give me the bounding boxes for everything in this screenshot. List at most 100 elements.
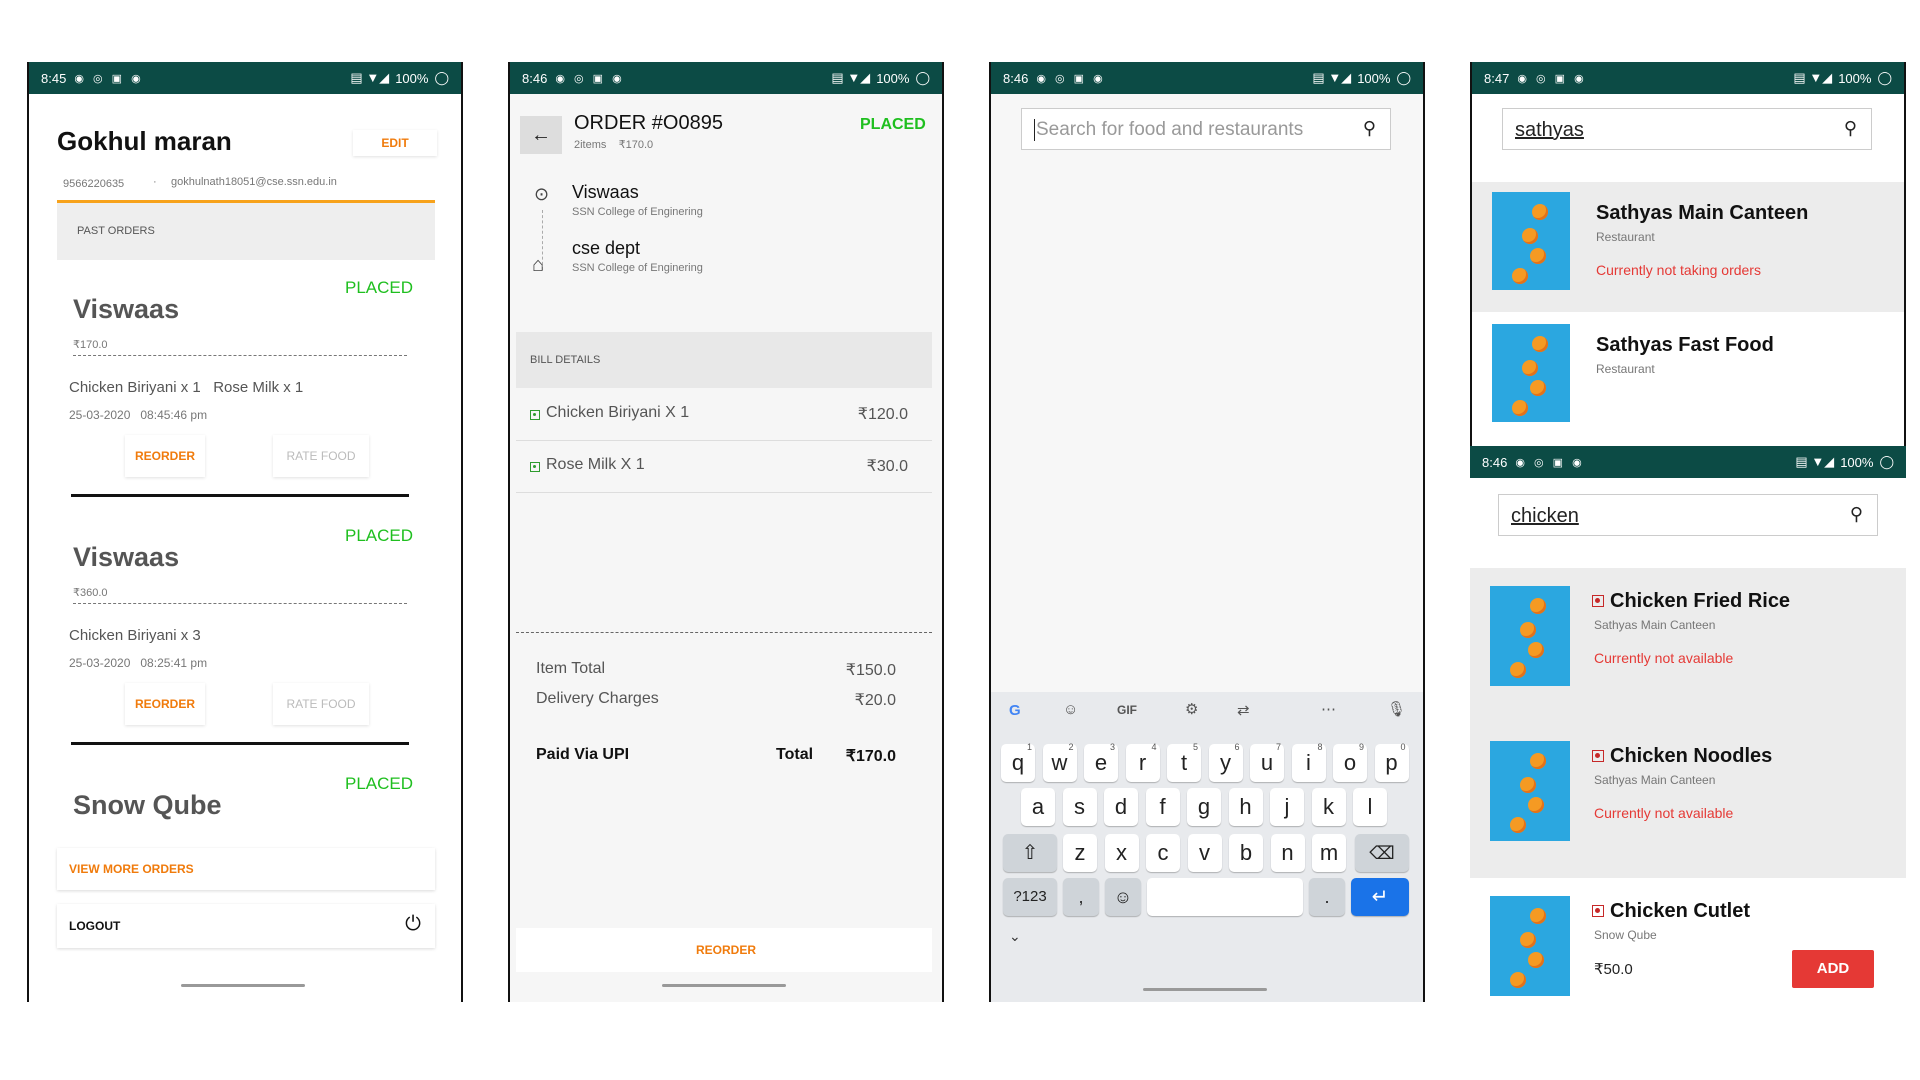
key-g[interactable]: g: [1187, 788, 1221, 826]
add-to-cart-button[interactable]: ADD: [1792, 950, 1874, 988]
key-t[interactable]: t5: [1167, 742, 1201, 782]
food-result[interactable]: Chicken Cutlet Snow Qube ₹50.0 ADD: [1470, 896, 1906, 1002]
bill-details-label: BILL DETAILS: [530, 354, 601, 366]
view-more-orders-button[interactable]: VIEW MORE ORDERS: [57, 848, 435, 890]
search-icon: ⚲: [1849, 504, 1863, 524]
enter-key[interactable]: ↵: [1351, 878, 1409, 916]
reorder-button[interactable]: REORDER: [125, 435, 205, 477]
battery-level: 100%: [1357, 70, 1391, 86]
key-z[interactable]: z: [1063, 834, 1097, 872]
symbols-key[interactable]: ?123: [1003, 878, 1057, 916]
food-result[interactable]: Chicken Fried Rice Sathyas Main Canteen …: [1470, 586, 1906, 716]
microphone-icon[interactable]: 🎙: [1387, 700, 1406, 718]
food-result[interactable]: Chicken Noodles Sathyas Main Canteen Cur…: [1470, 741, 1906, 871]
restaurant-result[interactable]: Sathyas Main Canteen Restaurant Currentl…: [1472, 182, 1904, 312]
restaurant-name: Sathyas Main Canteen: [1596, 202, 1809, 224]
back-button[interactable]: ←: [520, 116, 562, 154]
text-cursor: [1034, 119, 1035, 141]
clock: 8:46: [522, 70, 548, 86]
restaurant-name: Sathyas Fast Food: [1596, 334, 1774, 356]
space-key[interactable]: [1147, 878, 1303, 916]
status-bar: 8:46 ◉ ◎ ▣ ◉ ▤ ▼◢ 100% ◯: [510, 62, 942, 94]
key-a[interactable]: a: [1021, 788, 1055, 826]
settings-icon[interactable]: ⚙: [1185, 700, 1198, 718]
total-value: ₹170.0: [845, 748, 896, 765]
nav-gesture-bar: [1143, 988, 1267, 991]
key-c[interactable]: c: [1146, 834, 1180, 872]
google-icon[interactable]: G: [1009, 702, 1021, 719]
key-o[interactable]: o9: [1333, 742, 1367, 782]
nav-gesture-bar: [181, 984, 305, 987]
signal-icon: ▤ ▼◢: [1793, 70, 1833, 85]
nav-gesture-bar: [662, 984, 786, 987]
backspace-key[interactable]: ⌫: [1355, 834, 1409, 872]
edit-profile-button[interactable]: EDIT: [353, 130, 437, 156]
restaurant-image: [1492, 192, 1570, 290]
order-status: PLACED: [345, 774, 414, 793]
rate-food-button[interactable]: RATE FOOD: [273, 435, 369, 477]
key-i[interactable]: i8: [1291, 742, 1326, 782]
profile-screen: 8:45 ◉ ◎ ▣ ◉ ▤ ▼◢ 100% ◯ Gokhul maran EDIT…: [27, 62, 463, 1002]
key-q[interactable]: q1: [1001, 742, 1035, 782]
key-b[interactable]: b: [1229, 834, 1263, 872]
order-dashed-divider: [73, 355, 407, 356]
reorder-button[interactable]: REORDER: [125, 683, 205, 725]
reorder-bar[interactable]: REORDER: [516, 928, 932, 972]
food-image: [1490, 586, 1570, 686]
key-d[interactable]: d: [1104, 788, 1138, 826]
food-availability: Currently not available: [1594, 650, 1734, 666]
key-n[interactable]: n: [1270, 834, 1305, 872]
period-key[interactable]: .: [1309, 878, 1345, 916]
order-datetime: 25-03-2020 08:25:41 pm: [69, 656, 208, 670]
key-s[interactable]: s: [1062, 788, 1097, 826]
emoji-key[interactable]: ☺: [1105, 878, 1141, 916]
more-icon[interactable]: ⋯: [1321, 700, 1336, 718]
bill-details-header: BILL DETAILS: [516, 332, 932, 388]
signal-icon: ▤ ▼◢: [350, 70, 390, 85]
gif-button[interactable]: GIF: [1117, 703, 1137, 717]
food-image: [1490, 741, 1570, 841]
search-input[interactable]: chicken ⚲: [1498, 494, 1878, 536]
delivery-charges-value: ₹20.0: [854, 692, 896, 709]
collapse-keyboard-icon[interactable]: ⌄: [1009, 928, 1021, 945]
key-k[interactable]: k: [1311, 788, 1346, 826]
past-orders-header: PAST ORDERS: [57, 203, 435, 260]
key-v[interactable]: v: [1187, 834, 1222, 872]
key-w[interactable]: w2: [1042, 742, 1077, 782]
order-meta: 2items ₹170.0: [574, 139, 654, 151]
key-l[interactable]: l: [1353, 788, 1387, 826]
key-h[interactable]: h: [1228, 788, 1263, 826]
key-f[interactable]: f: [1145, 788, 1180, 826]
key-r[interactable]: r4: [1125, 742, 1160, 782]
notification-icons: ◉ ◎ ▣ ◉: [555, 72, 625, 85]
order-items: Chicken Biriyani x 1 Rose Milk x 1: [69, 379, 304, 396]
logout-button[interactable]: LOGOUT ⏻: [57, 904, 435, 948]
search-input[interactable]: sathyas ⚲: [1502, 108, 1872, 150]
item-total-value: ₹150.0: [845, 662, 896, 679]
food-image: [1490, 896, 1570, 996]
key-x[interactable]: x: [1104, 834, 1139, 872]
key-y[interactable]: y6: [1208, 742, 1243, 782]
non-veg-icon: [1592, 747, 1608, 765]
home-icon: ⌂: [532, 254, 545, 276]
restaurant-result[interactable]: Sathyas Fast Food Restaurant: [1472, 314, 1904, 444]
profile-dot: ·: [153, 176, 157, 188]
comma-key[interactable]: ,: [1063, 878, 1099, 916]
translate-icon[interactable]: ⇄: [1237, 701, 1250, 719]
pickup-name: Viswaas: [572, 182, 639, 202]
key-e[interactable]: e3: [1084, 742, 1118, 782]
search-input[interactable]: Search for food and restaurants ⚲: [1021, 108, 1391, 150]
battery-level: 100%: [395, 70, 429, 86]
sticker-icon[interactable]: ☺: [1063, 701, 1078, 718]
key-m[interactable]: m: [1312, 834, 1346, 872]
rate-food-button[interactable]: RATE FOOD: [273, 683, 369, 725]
key-u[interactable]: u7: [1250, 742, 1284, 782]
food-availability: Currently not available: [1594, 805, 1734, 821]
shift-key[interactable]: ⇧: [1003, 834, 1057, 872]
order-restaurant: Viswaas: [73, 542, 180, 572]
key-j[interactable]: j: [1270, 788, 1304, 826]
veg-icon: [530, 458, 544, 476]
restaurant-image: [1492, 324, 1570, 422]
order-separator: [71, 494, 409, 497]
key-p[interactable]: p0: [1374, 742, 1409, 782]
